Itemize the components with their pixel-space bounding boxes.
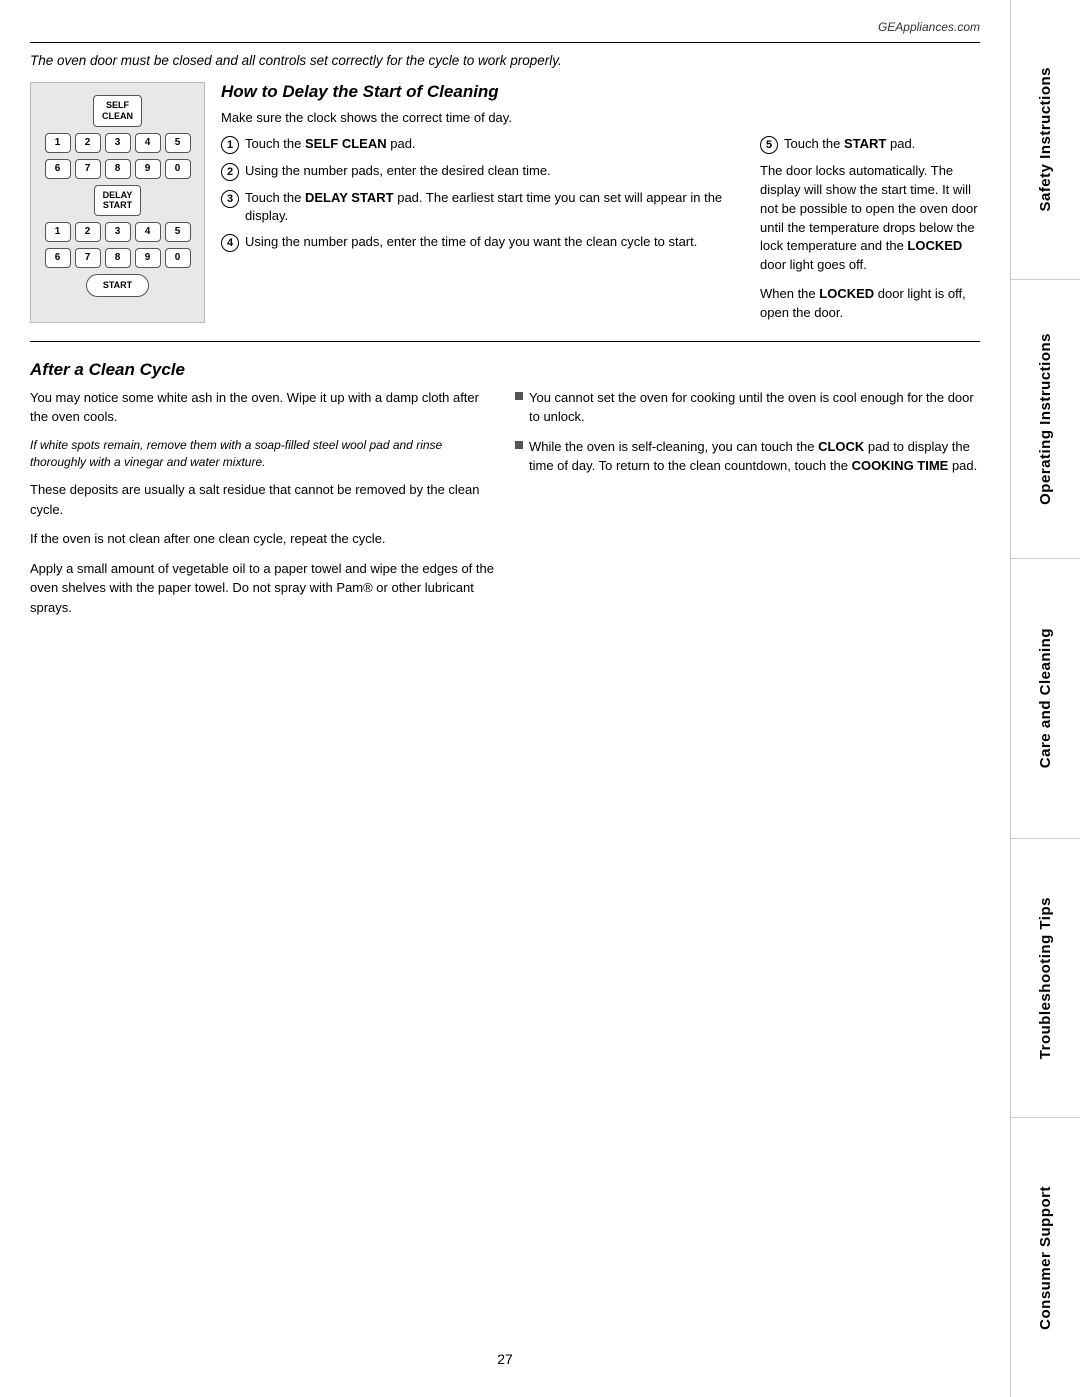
- tab-safety-instructions[interactable]: Safety Instructions: [1011, 0, 1080, 280]
- key-1b: 1: [45, 222, 71, 242]
- tab-troubleshooting[interactable]: Troubleshooting Tips: [1011, 839, 1080, 1119]
- step-2-text: Using the number pads, enter the desired…: [245, 162, 551, 180]
- key-9: 9: [135, 159, 161, 179]
- key-5: 5: [165, 133, 191, 153]
- how-to-right: 5 Touch the START pad. The door locks au…: [760, 135, 980, 323]
- how-to-intro: Make sure the clock shows the correct ti…: [221, 110, 980, 125]
- key-2: 2: [75, 133, 101, 153]
- after-para-2: These deposits are usually a salt residu…: [30, 480, 495, 519]
- bullet-item-1: You cannot set the oven for cooking unti…: [515, 388, 980, 427]
- right-sidebar: Safety Instructions Operating Instructio…: [1010, 0, 1080, 1397]
- step-5-num: 5: [760, 136, 778, 154]
- step-2-num: 2: [221, 163, 239, 181]
- step5-followup-2: When the LOCKED door light is off, open …: [760, 285, 980, 323]
- tab-safety-label: Safety Instructions: [1037, 67, 1054, 212]
- step-2: 2 Using the number pads, enter the desir…: [221, 162, 744, 181]
- tab-consumer-support[interactable]: Consumer Support: [1011, 1118, 1080, 1397]
- after-para-4: Apply a small amount of vegetable oil to…: [30, 559, 495, 618]
- bullet-square-2: [515, 441, 523, 449]
- key-3: 3: [105, 133, 131, 153]
- bullet-text-2: While the oven is self-cleaning, you can…: [529, 437, 980, 476]
- after-right: You cannot set the oven for cooking unti…: [515, 388, 980, 628]
- step-5-text: Touch the START pad.: [784, 135, 915, 153]
- ge-header: GEAppliances.com: [30, 20, 980, 43]
- bullet-text-1: You cannot set the oven for cooking unti…: [529, 388, 980, 427]
- key-0b: 0: [165, 248, 191, 268]
- key-8: 8: [105, 159, 131, 179]
- after-para-1: You may notice some white ash in the ove…: [30, 388, 495, 427]
- keypad-row-4: 6 7 8 9 0: [45, 248, 191, 268]
- after-para-3: If the oven is not clean after one clean…: [30, 529, 495, 549]
- key-7: 7: [75, 159, 101, 179]
- after-italic-1: If white spots remain, remove them with …: [30, 437, 495, 471]
- key-0: 0: [165, 159, 191, 179]
- after-title: After a Clean Cycle: [30, 360, 980, 380]
- key-4b: 4: [135, 222, 161, 242]
- after-columns: You may notice some white ash in the ove…: [30, 388, 980, 628]
- key-8b: 8: [105, 248, 131, 268]
- tab-care-cleaning[interactable]: Care and Cleaning: [1011, 559, 1080, 839]
- keypad-row-3: 1 2 3 4 5: [45, 222, 191, 242]
- step-4-num: 4: [221, 234, 239, 252]
- key-4: 4: [135, 133, 161, 153]
- how-to-title: How to Delay the Start of Cleaning: [221, 82, 980, 102]
- website-url: GEAppliances.com: [878, 20, 980, 34]
- intro-text: The oven door must be closed and all con…: [30, 53, 980, 68]
- tab-operating-label: Operating Instructions: [1037, 333, 1054, 505]
- step-4-text: Using the number pads, enter the time of…: [245, 233, 697, 251]
- tab-consumer-label: Consumer Support: [1037, 1186, 1054, 1330]
- step-3: 3 Touch the DELAY START pad. The earlies…: [221, 189, 744, 225]
- step-1-num: 1: [221, 136, 239, 154]
- how-to-left: 1 Touch the SELF CLEAN pad. 2 Using the …: [221, 135, 744, 323]
- section-divider: [30, 341, 980, 342]
- step5-followup-1: The door locks automatically. The displa…: [760, 162, 980, 275]
- start-btn: START: [86, 274, 149, 297]
- tab-operating-instructions[interactable]: Operating Instructions: [1011, 280, 1080, 560]
- key-2b: 2: [75, 222, 101, 242]
- step-1: 1 Touch the SELF CLEAN pad.: [221, 135, 744, 154]
- delay-start-btn: DELAYSTART: [94, 185, 142, 217]
- bullet-item-2: While the oven is self-cleaning, you can…: [515, 437, 980, 476]
- top-section: SELFCLEAN 1 2 3 4 5 6 7 8 9 0 DELAYSTART: [30, 82, 980, 323]
- bullet-square-1: [515, 392, 523, 400]
- step-3-num: 3: [221, 190, 239, 208]
- after-section: After a Clean Cycle You may notice some …: [30, 360, 980, 628]
- key-7b: 7: [75, 248, 101, 268]
- keypad-diagram: SELFCLEAN 1 2 3 4 5 6 7 8 9 0 DELAYSTART: [30, 82, 205, 323]
- key-1: 1: [45, 133, 71, 153]
- main-content: GEAppliances.com The oven door must be c…: [0, 0, 1010, 1397]
- step-1-text: Touch the SELF CLEAN pad.: [245, 135, 416, 153]
- key-5b: 5: [165, 222, 191, 242]
- how-to-section: How to Delay the Start of Cleaning Make …: [221, 82, 980, 323]
- tab-care-label: Care and Cleaning: [1037, 628, 1054, 768]
- step-4: 4 Using the number pads, enter the time …: [221, 233, 744, 252]
- after-left: You may notice some white ash in the ove…: [30, 388, 495, 628]
- keypad-row-2: 6 7 8 9 0: [45, 159, 191, 179]
- self-clean-btn: SELFCLEAN: [93, 95, 142, 127]
- step-3-text: Touch the DELAY START pad. The earliest …: [245, 189, 744, 225]
- how-to-columns: 1 Touch the SELF CLEAN pad. 2 Using the …: [221, 135, 980, 323]
- step-5: 5 Touch the START pad.: [760, 135, 980, 154]
- key-6: 6: [45, 159, 71, 179]
- page-number: 27: [497, 1351, 513, 1367]
- tab-troubleshooting-label: Troubleshooting Tips: [1037, 897, 1054, 1059]
- key-3b: 3: [105, 222, 131, 242]
- keypad-row-1: 1 2 3 4 5: [45, 133, 191, 153]
- key-6b: 6: [45, 248, 71, 268]
- key-9b: 9: [135, 248, 161, 268]
